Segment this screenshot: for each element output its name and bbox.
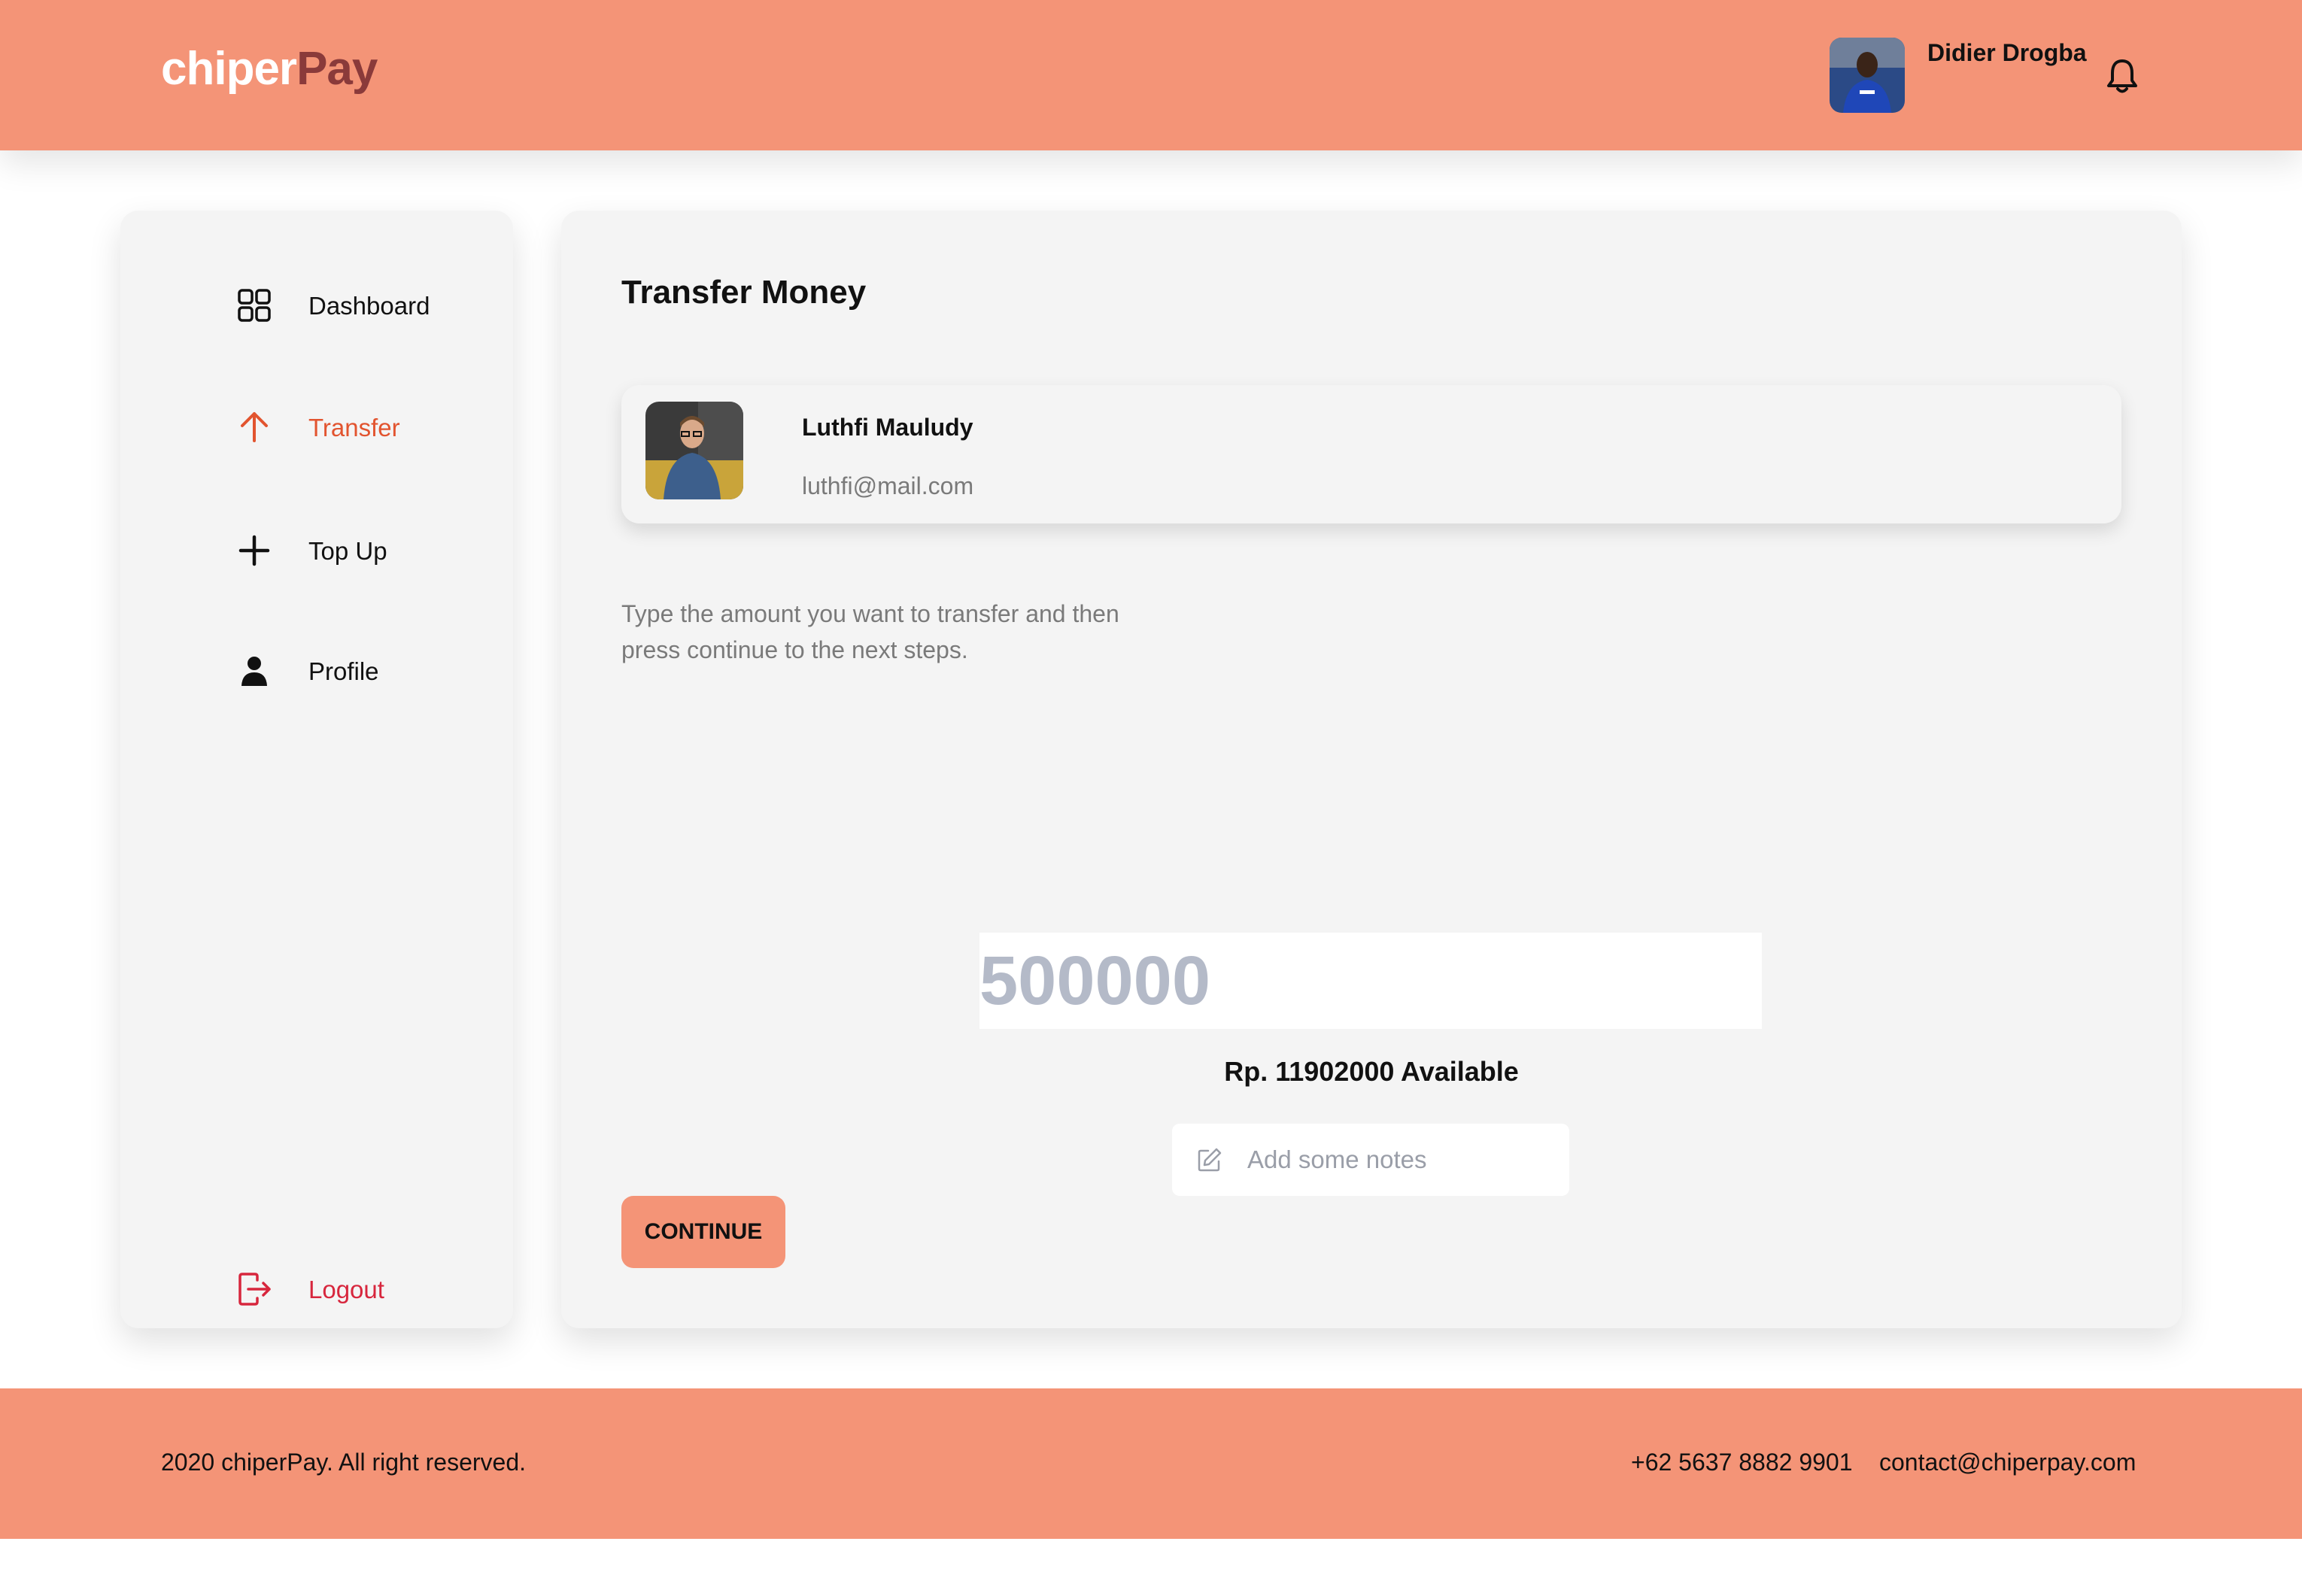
- bell-icon[interactable]: [2105, 57, 2140, 95]
- available-balance: Rp. 11902000 Available: [1224, 1056, 1519, 1087]
- footer: 2020 chiperPay. All right reserved. +62 …: [0, 1388, 2302, 1539]
- footer-copyright: 2020 chiperPay. All right reserved.: [161, 1449, 526, 1476]
- notes-input[interactable]: [1247, 1142, 1548, 1178]
- transfer-panel: Transfer Money Luthfi Mauludy luthfi@mai…: [561, 211, 2182, 1328]
- footer-phone[interactable]: +62 5637 8882 9901: [1631, 1449, 1853, 1476]
- continue-button[interactable]: CONTINUE: [621, 1196, 785, 1268]
- footer-email[interactable]: contact@chiperpay.com: [1879, 1449, 2136, 1476]
- sidebar-item-label: Transfer: [308, 414, 400, 441]
- logo[interactable]: chiperPay: [161, 42, 378, 96]
- user-avatar[interactable]: [1830, 38, 1905, 113]
- edit-icon: [1196, 1146, 1223, 1173]
- transfer-instructions: Type the amount you want to transfer and…: [621, 600, 1119, 663]
- sidebar-item-label: Logout: [308, 1276, 384, 1303]
- sidebar-item-label: Profile: [308, 657, 379, 685]
- grid-icon: [235, 286, 274, 325]
- sidebar-item-dashboard[interactable]: Dashboard: [120, 275, 513, 335]
- sidebar-item-profile[interactable]: Profile: [120, 641, 513, 701]
- logo-part-pay: Pay: [296, 43, 378, 95]
- logo-part-chiper: chiper: [161, 43, 297, 95]
- sidebar-item-topup[interactable]: Top Up: [120, 520, 513, 581]
- recipient-name: Luthfi Mauludy: [802, 414, 973, 441]
- page-title: Transfer Money: [621, 274, 867, 311]
- sidebar-item-label: Top Up: [308, 537, 387, 565]
- user-name: Didier Drogba: [1927, 39, 2087, 66]
- sidebar-item-transfer[interactable]: Transfer: [120, 397, 513, 457]
- sidebar-item-label: Dashboard: [308, 292, 430, 320]
- sidebar: Dashboard Transfer Top Up Profile Logout: [120, 211, 513, 1328]
- recipient-email: luthfi@mail.com: [802, 472, 974, 499]
- recipient-card[interactable]: Luthfi Mauludy luthfi@mail.com: [621, 385, 2121, 523]
- sidebar-item-logout[interactable]: Logout: [120, 1259, 513, 1319]
- recipient-avatar: [645, 402, 743, 499]
- logout-icon: [235, 1270, 274, 1309]
- user-icon: [235, 651, 274, 690]
- top-header: chiperPay Didier Drogba: [0, 0, 2302, 150]
- arrow-up-icon: [235, 408, 274, 447]
- amount-input[interactable]: [979, 933, 1762, 1029]
- plus-icon: [235, 531, 274, 570]
- notes-field[interactable]: [1172, 1124, 1569, 1196]
